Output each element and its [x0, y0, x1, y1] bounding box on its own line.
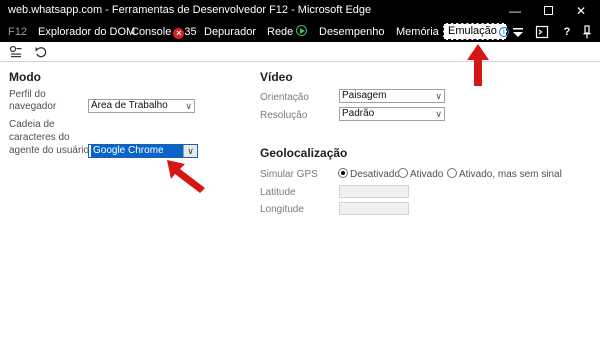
maximize-button[interactable]: [533, 0, 563, 22]
gps-option-off: Desativado: [350, 169, 401, 180]
tab-console-label: Console: [131, 26, 172, 38]
tab-emulation[interactable]: Emulação i: [443, 23, 509, 40]
overflow-icon[interactable]: [510, 22, 526, 42]
browser-profile-select[interactable]: Área de Trabalho ∨: [88, 99, 195, 113]
resolution-value: Padrão: [342, 108, 375, 119]
tab-network[interactable]: Rede: [267, 25, 308, 39]
simulate-gps-label: Simular GPS: [260, 169, 318, 180]
section-heading-video: Vídeo: [260, 70, 293, 84]
f12-label: F12: [8, 26, 27, 38]
tab-emulation-label: Emulação: [448, 25, 497, 37]
annotation-arrow-user-agent: [167, 160, 205, 193]
annotation-arrow-emulation: [467, 44, 489, 86]
console-drawer-icon[interactable]: [534, 22, 550, 42]
gps-radio-off[interactable]: Desativado: [338, 168, 400, 181]
minimize-button[interactable]: —: [500, 0, 530, 22]
orientation-select[interactable]: Paisagem ∨: [339, 89, 445, 103]
maximize-icon: [543, 6, 553, 16]
orientation-label: Orientação: [260, 92, 309, 103]
chevron-down-icon: ∨: [185, 101, 192, 111]
reset-icon[interactable]: [34, 45, 48, 62]
radio-icon: [338, 168, 348, 178]
tab-console[interactable]: Console × 35: [131, 25, 197, 39]
tab-memory[interactable]: Memória: [396, 25, 439, 39]
error-icon: ×: [173, 28, 185, 39]
console-count: 35: [184, 26, 197, 38]
gps-option-on: Ativado: [410, 169, 444, 180]
chevron-down-icon: ∨: [435, 109, 442, 119]
latitude-label: Latitude: [260, 187, 296, 198]
ua-label-line1: Cadeia de: [9, 119, 55, 130]
radio-icon: [447, 168, 457, 178]
orientation-value: Paisagem: [342, 90, 387, 101]
tab-debugger[interactable]: Depurador: [204, 25, 256, 39]
ua-label-line3: agente do usuário: [9, 145, 90, 156]
window-title: web.whatsapp.com - Ferramentas de Desenv…: [8, 4, 372, 16]
gps-radio-on[interactable]: Ativado: [398, 168, 443, 181]
radio-icon: [398, 168, 408, 178]
title-bar: web.whatsapp.com - Ferramentas de Desenv…: [0, 0, 600, 22]
longitude-input[interactable]: [339, 202, 409, 215]
info-icon: i: [498, 27, 509, 37]
gps-radio-no-signal[interactable]: Ativado, mas sem sinal: [447, 168, 562, 181]
ua-label-line2: caracteres do: [9, 132, 70, 143]
chevron-down-icon: ∨: [435, 91, 442, 101]
help-icon[interactable]: ?: [560, 22, 574, 42]
emulation-toolbar: [0, 42, 600, 62]
latitude-input[interactable]: [339, 185, 409, 198]
tab-performance[interactable]: Desempenho: [319, 25, 384, 39]
tab-dom-explorer[interactable]: Explorador do DOM: [38, 25, 135, 39]
browser-profile-value: Área de Trabalho: [91, 100, 168, 111]
record-icon: [296, 25, 308, 36]
section-heading-geolocation: Geolocalização: [260, 146, 348, 160]
gps-option-no-signal: Ativado, mas sem sinal: [459, 169, 562, 180]
persist-settings-icon[interactable]: [9, 45, 23, 62]
resolution-label: Resolução: [260, 110, 308, 121]
section-heading-modo: Modo: [9, 70, 41, 84]
resolution-select[interactable]: Padrão ∨: [339, 107, 445, 121]
pin-icon[interactable]: [580, 22, 594, 42]
close-button[interactable]: ✕: [566, 0, 596, 22]
profile-label-line2: navegador: [9, 101, 57, 112]
tab-network-label: Rede: [267, 26, 294, 38]
longitude-label: Longitude: [260, 204, 304, 215]
